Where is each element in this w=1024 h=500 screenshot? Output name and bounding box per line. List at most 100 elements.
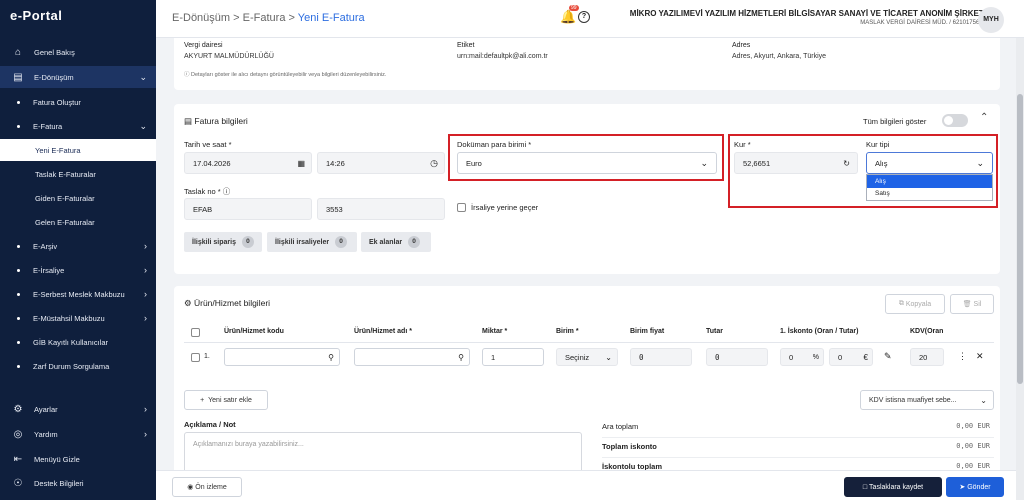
sidebar-item-e-mustahsil[interactable]: E-Müstahsil Makbuzu › bbox=[0, 307, 156, 329]
sidebar-item-e-fatura[interactable]: E-Fatura ⌄ bbox=[0, 115, 156, 137]
discount-amount-input[interactable]: 0 € bbox=[829, 348, 873, 366]
discount-amount-value: 0 bbox=[838, 352, 843, 362]
sidebar-item-label: Yeni E-Fatura bbox=[35, 145, 81, 155]
preview-button[interactable]: ◉ Ön izleme bbox=[172, 477, 242, 497]
quantity-input[interactable]: 1 bbox=[482, 348, 544, 366]
select-all-checkbox[interactable] bbox=[191, 328, 200, 337]
chevron-down-icon: ⌄ bbox=[700, 157, 708, 168]
chevron-down-icon: ⌄ bbox=[976, 157, 984, 168]
sidebar-item-ayarlar[interactable]: ⚙ Ayarlar › bbox=[0, 398, 156, 420]
sidebar-item-genel-bakis[interactable]: ⌂ Genel Bakış bbox=[0, 41, 156, 63]
bullet-icon bbox=[17, 268, 20, 272]
sidebar-item-zarf-durum[interactable]: Zarf Durum Sorgulama bbox=[0, 355, 156, 377]
dropdown-option-selected[interactable]: Alış bbox=[867, 175, 992, 188]
euro-icon: € bbox=[863, 352, 868, 362]
close-icon[interactable]: ✕ bbox=[976, 351, 984, 362]
bullet-icon bbox=[17, 292, 20, 296]
edit-icon[interactable]: ✎ bbox=[884, 351, 892, 362]
rate-type-select[interactable]: Alış ⌄ bbox=[866, 152, 993, 174]
delete-button[interactable]: 🗑 Sil bbox=[950, 294, 994, 314]
tab-related-waybills[interactable]: İlişkili irsaliyeler 0 bbox=[267, 232, 357, 252]
products-section-title: Ürün/Hizmet bilgileri bbox=[193, 298, 271, 308]
unit-select[interactable]: Seçiniz ⌄ bbox=[556, 348, 618, 366]
page-scrollbar[interactable] bbox=[1016, 38, 1024, 500]
tab-label: İlişkili sipariş bbox=[192, 238, 236, 246]
row-checkbox[interactable] bbox=[191, 353, 200, 362]
sidebar-item-e-irsaliye[interactable]: E-İrsaliye › bbox=[0, 259, 156, 281]
vat-exempt-select[interactable]: KDV istisna muafiyet sebe... ⌄ bbox=[860, 390, 994, 410]
copy-button[interactable]: ⧉ Kopyala bbox=[885, 294, 945, 314]
address-value: Adres, Akyurt, Ankara, Türkiye bbox=[732, 53, 827, 60]
clock-icon[interactable]: ◷ bbox=[430, 158, 438, 169]
help-icon[interactable]: ⓘ bbox=[223, 187, 231, 196]
sidebar-item-menuyu-gizle[interactable]: ⇤ Menüyü Gizle bbox=[0, 448, 156, 470]
serial-number-input[interactable]: 3553 bbox=[317, 198, 445, 220]
sidebar-item-giden-e-faturalar[interactable]: Giden E-Faturalar bbox=[0, 187, 156, 209]
show-all-toggle[interactable] bbox=[942, 114, 968, 127]
tab-extra-fields[interactable]: Ek alanlar 0 bbox=[361, 232, 431, 252]
scrollbar-thumb[interactable] bbox=[1017, 94, 1023, 384]
sidebar-item-label: GİB Kayıtlı Kullanıcılar bbox=[33, 337, 109, 347]
sidebar-item-yeni-e-fatura[interactable]: Yeni E-Fatura bbox=[0, 139, 156, 161]
sidebar-item-yardim[interactable]: ◎ Yardım › bbox=[0, 423, 156, 445]
rate-input[interactable]: 52,6651 ↻ bbox=[734, 152, 858, 174]
avatar[interactable]: MYH bbox=[978, 7, 1004, 33]
notification-badge: 99 bbox=[569, 5, 579, 11]
product-code-input[interactable]: ⚲ bbox=[224, 348, 340, 366]
sidebar-item-e-donusum[interactable]: ▤ E-Dönüşüm ⌄ bbox=[0, 66, 156, 88]
sidebar-item-label: Fatura Oluştur bbox=[33, 97, 81, 107]
serial-label-text: Taslak no * bbox=[184, 187, 221, 196]
discount-rate-value: 0 bbox=[789, 352, 794, 362]
invoice-info-card: ▤ Fatura bilgileri Tüm bilgileri göster … bbox=[174, 104, 1000, 274]
sidebar-item-e-serbest-meslek[interactable]: E-Serbest Meslek Makbuzu › bbox=[0, 283, 156, 305]
sidebar-item-e-arsiv[interactable]: E-Arşiv › bbox=[0, 235, 156, 257]
dropdown-option[interactable]: Satış bbox=[867, 188, 992, 200]
column-header: Ürün/Hizmet adı * bbox=[354, 328, 412, 335]
delete-label: Sil bbox=[973, 300, 982, 308]
more-icon[interactable]: ⋮ bbox=[958, 351, 967, 362]
chevron-up-icon[interactable]: ⌃ bbox=[980, 112, 988, 123]
tab-count: 0 bbox=[335, 236, 348, 248]
sidebar-item-gelen-e-faturalar[interactable]: Gelen E-Faturalar bbox=[0, 211, 156, 233]
bell-icon[interactable]: 🔔 bbox=[560, 9, 576, 25]
vat-input[interactable]: 20 bbox=[910, 348, 944, 366]
home-icon: ⌂ bbox=[14, 46, 22, 58]
discount-rate-input[interactable]: 0 % bbox=[780, 348, 824, 366]
send-label: Gönder bbox=[967, 483, 991, 491]
unit-price-value: 0 bbox=[639, 352, 644, 362]
bottom-action-bar: ◉ Ön izleme □ Taslaklara kaydet ➤ Gönder bbox=[156, 470, 1016, 500]
sidebar-item-destek-bilgileri[interactable]: ☉ Destek Bilgileri bbox=[0, 472, 156, 494]
send-icon: ➤ bbox=[959, 484, 968, 491]
unit-price-input[interactable]: 0 bbox=[630, 348, 692, 366]
save-draft-button[interactable]: □ Taslaklara kaydet bbox=[844, 477, 942, 497]
amount-input: 0 bbox=[706, 348, 768, 366]
breadcrumb-item[interactable]: E-Dönüşüm bbox=[172, 12, 230, 24]
sidebar-item-gib-kayitli[interactable]: GİB Kayıtlı Kullanıcılar bbox=[0, 331, 156, 353]
breadcrumb-item[interactable]: E-Fatura bbox=[243, 12, 286, 24]
refresh-icon[interactable]: ↻ bbox=[843, 159, 850, 168]
sidebar-item-label: Taslak E-Faturalar bbox=[35, 169, 96, 179]
waybill-checkbox[interactable] bbox=[457, 203, 466, 212]
send-button[interactable]: ➤ Gönder bbox=[946, 477, 1004, 497]
time-value: 14:26 bbox=[326, 158, 345, 168]
sidebar-item-label: E-Serbest Meslek Makbuzu bbox=[33, 289, 125, 299]
gear-icon: ⚙ bbox=[13, 403, 23, 415]
sidebar-item-label: Yardım bbox=[34, 429, 58, 439]
bullet-icon bbox=[17, 364, 20, 368]
date-input[interactable]: 17.04.2026 ▦ bbox=[184, 152, 312, 174]
search-icon[interactable]: ⚲ bbox=[458, 353, 464, 362]
sidebar-item-fatura-olustur[interactable]: Fatura Oluştur bbox=[0, 91, 156, 113]
add-row-button[interactable]: + Yeni satır ekle bbox=[184, 390, 268, 410]
search-icon[interactable]: ⚲ bbox=[328, 353, 334, 362]
sidebar-item-taslak-e-faturalar[interactable]: Taslak E-Faturalar bbox=[0, 163, 156, 185]
product-name-input[interactable]: ⚲ bbox=[354, 348, 470, 366]
total-value: 0,00 EUR bbox=[956, 442, 990, 450]
currency-select[interactable]: Euro ⌄ bbox=[457, 152, 717, 174]
serial-prefix-input[interactable]: EFAB bbox=[184, 198, 312, 220]
waybill-checkbox-row[interactable]: İrsaliye yerine geçer bbox=[457, 203, 538, 212]
time-input[interactable]: 14:26 ◷ bbox=[317, 152, 445, 174]
company-tax-info: MASLAK VERGİ DAİRESİ MÜD. / 6210175621 bbox=[860, 20, 986, 26]
help-icon[interactable]: ? bbox=[578, 11, 590, 23]
tab-related-orders[interactable]: İlişkili sipariş 0 bbox=[184, 232, 262, 252]
calendar-icon[interactable]: ▦ bbox=[297, 159, 305, 168]
